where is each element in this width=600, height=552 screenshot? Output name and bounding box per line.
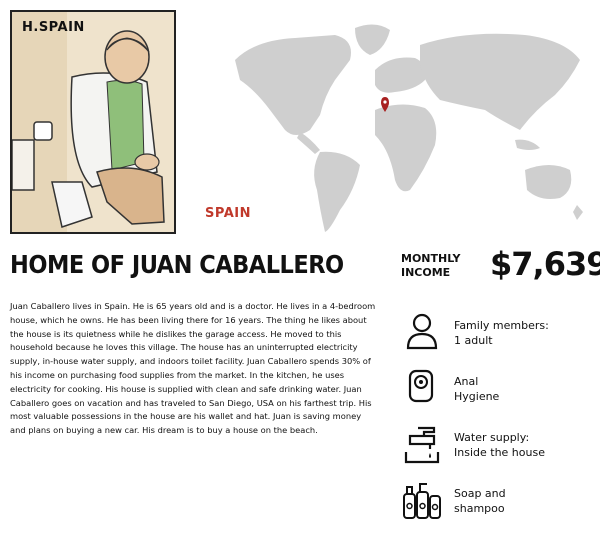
continents — [235, 24, 583, 232]
fact-water-supply: Water supply: Inside the house — [402, 422, 592, 478]
income-label-line1: MONTHLY — [401, 252, 461, 265]
fact-line: Soap and — [454, 487, 506, 500]
income-value: $7,639 — [490, 245, 600, 283]
income-label: MONTHLY INCOME — [401, 252, 460, 280]
fact-line: Water supply: — [454, 431, 530, 444]
income-label-line2: INCOME — [401, 266, 451, 279]
man-on-toilet-drawing — [12, 12, 174, 232]
page-title: HOME OF JUAN CABALLERO — [10, 250, 344, 279]
fact-line: Anal — [454, 375, 479, 388]
fact-line: shampoo — [454, 502, 505, 515]
world-map — [225, 20, 590, 235]
fact-line: Inside the house — [454, 446, 545, 459]
facts-list: Family members: 1 adult Anal Hygiene Wat… — [402, 310, 592, 534]
soap-bottles-icon — [403, 483, 441, 519]
fact-line: Hygiene — [454, 390, 500, 403]
fact-hygiene: Anal Hygiene — [402, 366, 592, 422]
country-label: SPAIN — [205, 206, 251, 221]
fact-line: Family members: — [454, 319, 549, 332]
toilet-paper-icon — [408, 369, 434, 403]
fact-soap: Soap and shampoo — [402, 478, 592, 534]
faucet-icon — [404, 426, 440, 464]
illustration-label: H.SPAIN — [22, 20, 85, 35]
illustration: H.SPAIN — [10, 10, 176, 234]
description: Juan Caballero lives in Spain. He is 65 … — [10, 301, 376, 436]
person-icon — [406, 313, 438, 350]
fact-family-members: Family members: 1 adult — [402, 310, 592, 366]
fact-line: 1 adult — [454, 334, 493, 347]
